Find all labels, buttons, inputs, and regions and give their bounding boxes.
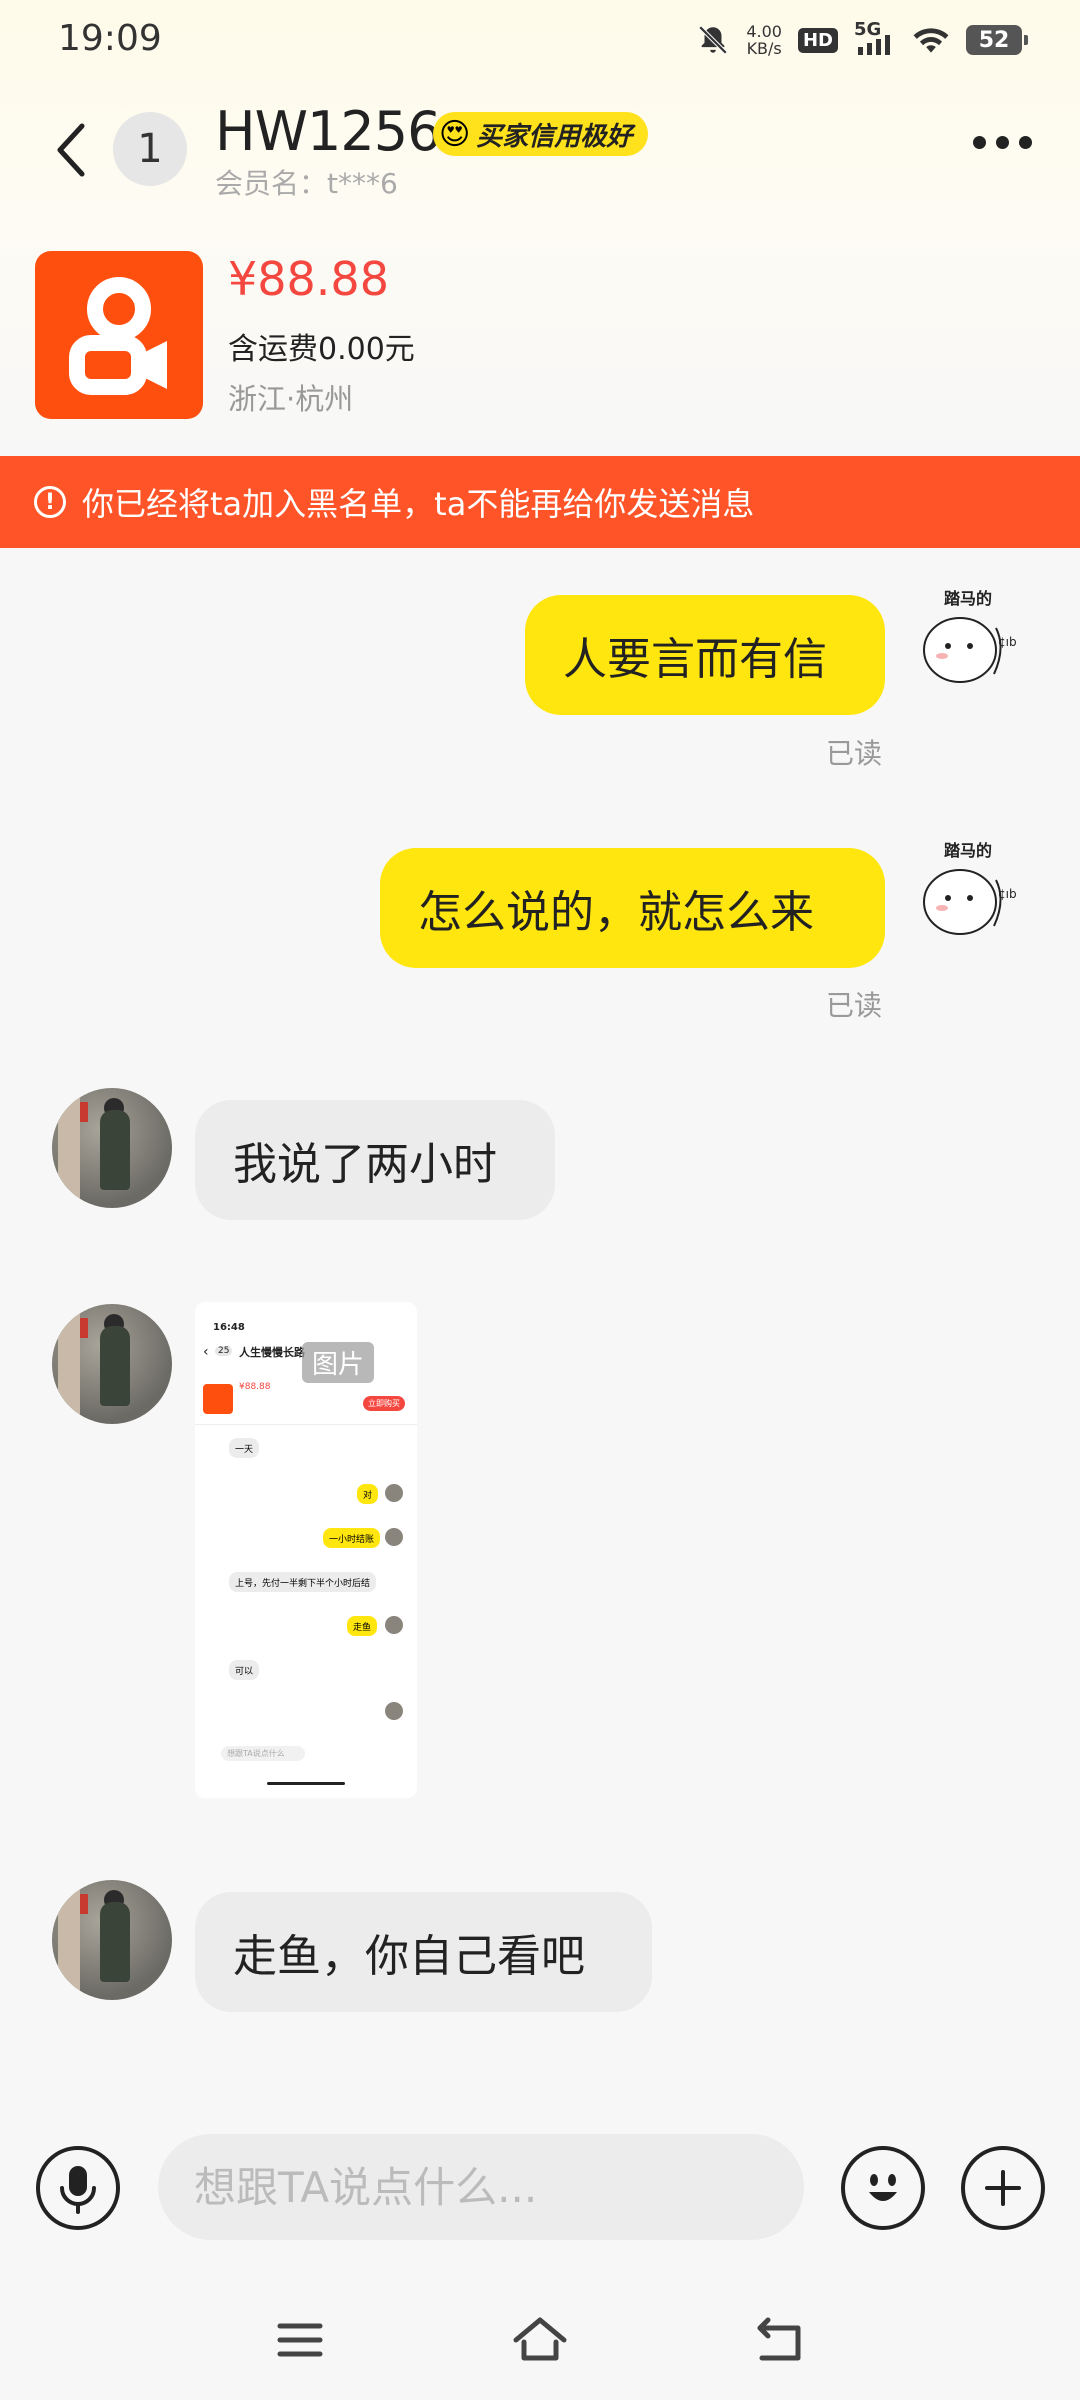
product-card[interactable]: ¥88.88 含运费0.00元 浙江·杭州 — [22, 238, 482, 438]
product-location: 浙江·杭州 — [228, 382, 354, 416]
battery-level: 52 — [978, 27, 1010, 53]
heart-eyes-icon: 😍 — [439, 116, 471, 152]
image-message[interactable]: 16:48 ‹ 25 人生慢慢长路 ¥88.88 立即购买 一天 对 一小时结账… — [195, 1302, 417, 1798]
mini-avatar — [385, 1702, 403, 1720]
battery-icon: 52 — [966, 25, 1028, 55]
contact-avatar[interactable] — [52, 1088, 172, 1208]
unread-count-badge[interactable]: 1 — [113, 112, 187, 186]
svg-text:¢ıb: ¢ıb — [998, 635, 1017, 649]
mini-bubble: 可以 — [229, 1660, 260, 1680]
mini-buy-button: 立即购买 — [363, 1396, 405, 1411]
mini-bubble: 一小时结账 — [323, 1528, 381, 1548]
mini-home-indicator — [267, 1782, 345, 1785]
mini-bubble: 对 — [357, 1484, 379, 1504]
back-button[interactable] — [48, 120, 98, 180]
message-bubble-outgoing[interactable]: 人要言而有信 — [525, 595, 885, 715]
mini-product-thumb — [203, 1384, 233, 1414]
back-nav-button[interactable] — [750, 2310, 810, 2370]
cell-signal-icon: 5G — [854, 19, 896, 57]
sticker-caption: 踏马的 — [944, 589, 992, 608]
status-time: 19:09 — [58, 18, 162, 59]
menu-nav-button[interactable] — [270, 2310, 330, 2370]
mini-status-time: 16:48 — [213, 1322, 245, 1333]
message-input[interactable] — [158, 2134, 804, 2240]
net-speed-unit: KB/s — [746, 39, 782, 58]
system-nav-bar — [0, 2280, 1080, 2400]
image-label: 图片 — [302, 1342, 375, 1383]
sticker-caption: 踏马的 — [944, 841, 992, 860]
dot-icon — [996, 136, 1009, 149]
emoji-button[interactable] — [841, 2146, 925, 2230]
read-status: 已读 — [826, 737, 883, 770]
message-bubble-incoming[interactable]: 我说了两小时 — [195, 1100, 555, 1220]
mini-count: 25 — [215, 1346, 233, 1356]
message-text: 人要言而有信 — [563, 634, 827, 685]
cat-sticker-avatar[interactable]: 踏马的 ¢ıb — [910, 580, 1030, 700]
mini-back-icon: ‹ — [203, 1344, 209, 1360]
hd-badge: HD — [797, 27, 838, 53]
avatar-door — [58, 1304, 80, 1424]
wifi-icon — [913, 28, 949, 53]
read-status: 已读 — [826, 989, 883, 1022]
microphone-icon — [60, 2166, 96, 2214]
contact-avatar[interactable] — [52, 1304, 172, 1424]
input-bar — [0, 2110, 1080, 2260]
blacklist-banner: ! 你已经将ta加入黑名单，ta不能再给你发送消息 — [0, 456, 1080, 548]
message-text: 走鱼，你自己看吧 — [233, 1931, 585, 1982]
net-speed: 4.00 KB/s — [746, 23, 782, 57]
avatar-door — [58, 1088, 80, 1208]
mini-divider — [195, 1424, 417, 1425]
voice-button[interactable] — [36, 2146, 120, 2230]
mini-title: 人生慢慢长路 — [239, 1346, 305, 1359]
status-icons: 4.00 KB/s HD 5G 52 — [696, 18, 1028, 62]
product-price: ¥88.88 — [228, 252, 389, 306]
mini-avatar — [385, 1616, 403, 1634]
mini-avatar — [385, 1484, 403, 1502]
product-thumbnail[interactable] — [35, 251, 203, 419]
more-actions-button[interactable] — [961, 2146, 1045, 2230]
product-shipping: 含运费0.00元 — [228, 332, 415, 367]
cat-sticker-avatar[interactable]: 踏马的 ¢ıb — [910, 832, 1030, 952]
mini-bubble: 走鱼 — [347, 1616, 378, 1636]
mini-bubble: 上号，先付一半剩下半个小时后结 — [229, 1572, 377, 1592]
chat-screen: 19:09 4.00 KB/s HD 5G 52 1 HW1256 😍 买家信用… — [0, 0, 1080, 2400]
avatar-figure — [100, 1110, 130, 1190]
contact-avatar[interactable] — [52, 1880, 172, 2000]
message-text: 我说了两小时 — [233, 1139, 497, 1190]
credit-badge: 😍 买家信用极好 — [433, 112, 649, 156]
dot-icon — [973, 136, 986, 149]
avatar-figure — [100, 1902, 130, 1982]
message-text: 怎么说的，就怎么来 — [418, 887, 814, 938]
message-bubble-incoming[interactable]: 走鱼，你自己看吧 — [195, 1892, 652, 2012]
smiley-icon — [869, 2174, 897, 2201]
plus-icon — [985, 2170, 1021, 2206]
member-name: 会员名：t***6 — [215, 167, 398, 200]
contact-name: HW1256 — [215, 100, 441, 163]
avatar-accent — [80, 1318, 88, 1338]
dot-icon — [1019, 136, 1032, 149]
avatar-figure — [100, 1326, 130, 1406]
svg-text:¢ıb: ¢ıb — [998, 887, 1017, 901]
mini-input: 想跟TA说点什么 — [221, 1746, 305, 1761]
net-speed-value: 4.00 — [746, 22, 782, 41]
home-nav-button[interactable] — [510, 2310, 570, 2370]
mini-avatar — [385, 1528, 403, 1546]
app-logo-icon — [69, 277, 167, 395]
status-bar: 19:09 4.00 KB/s HD 5G 52 — [0, 0, 1080, 80]
more-options-button[interactable] — [973, 136, 1032, 149]
message-bubble-outgoing[interactable]: 怎么说的，就怎么来 — [380, 848, 885, 968]
blacklist-banner-text: 你已经将ta加入黑名单，ta不能再给你发送消息 — [82, 485, 755, 523]
avatar-accent — [80, 1894, 88, 1914]
mini-bubble: 一天 — [229, 1438, 260, 1458]
credit-badge-label: 买家信用极好 — [476, 121, 633, 152]
avatar-door — [58, 1880, 80, 2000]
chat-header: 1 HW1256 😍 买家信用极好 会员名：t***6 — [0, 100, 1080, 210]
mini-price: ¥88.88 — [239, 1382, 271, 1392]
avatar-accent — [80, 1102, 88, 1122]
mute-bell-icon — [699, 25, 728, 55]
alert-icon: ! — [34, 486, 66, 518]
